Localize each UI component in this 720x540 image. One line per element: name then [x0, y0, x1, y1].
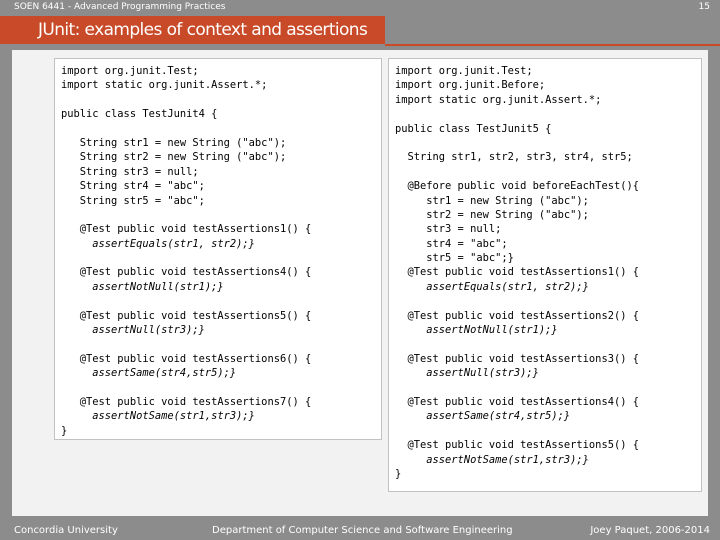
code-line: str2 = new String ("abc");: [395, 208, 589, 221]
code-line: String str1, str2, str3, str4, str5;: [395, 151, 633, 164]
code-block-testjunit5: import org.junit.Test; import org.junit.B…: [395, 64, 639, 481]
title-rule: [385, 44, 720, 46]
footer-department: Department of Computer Science and Softw…: [212, 525, 513, 536]
code-line: assertNull(str3);}: [61, 324, 205, 337]
footer-author: Joey Paquet, 2006-2014: [590, 525, 710, 536]
course-label: SOEN 6441 - Advanced Programming Practic…: [14, 2, 226, 12]
code-line: @Test public void testAssertions1() {: [61, 223, 312, 236]
code-panel-testjunit5: import org.junit.Test; import org.junit.B…: [388, 58, 702, 492]
footer-university: Concordia University: [14, 525, 118, 536]
code-line: str3 = null;: [395, 223, 502, 236]
code-line: @Test public void testAssertions6() {: [61, 352, 312, 365]
title-bar: JUnit: examples of context and assertion…: [0, 16, 385, 44]
code-line: import org.junit.Before;: [395, 79, 546, 92]
code-line: assertSame(str4,str5);}: [395, 410, 571, 423]
slide-footer: Concordia University Department of Compu…: [0, 522, 720, 540]
code-line: }: [395, 467, 402, 480]
code-line: import static org.junit.Assert.*;: [395, 93, 602, 106]
code-line: assertNull(str3);}: [395, 367, 539, 380]
code-line: @Test public void testAssertions7() {: [61, 395, 312, 408]
code-line: import org.junit.Test;: [395, 65, 533, 77]
code-line: public class TestJunit5 {: [395, 122, 552, 135]
code-line: @Test public void testAssertions4() {: [61, 266, 312, 279]
code-line: }: [61, 424, 68, 437]
code-line: String str3 = null;: [61, 165, 199, 178]
code-line: assertNotNull(str1);}: [395, 324, 558, 337]
code-line: @Test public void testAssertions5() {: [61, 309, 312, 322]
code-line: public class TestJunit4 {: [61, 108, 218, 121]
code-block-testjunit4: import org.junit.Test; import static org.…: [61, 64, 311, 438]
code-line: @Test public void testAssertions5() {: [395, 439, 639, 452]
code-line: @Before public void beforeEachTest(){: [395, 180, 639, 193]
page-number: 15: [698, 2, 710, 12]
code-line: str1 = new String ("abc");: [395, 194, 589, 207]
code-panel-testjunit4: import org.junit.Test; import static org.…: [54, 58, 382, 440]
code-line: assertNotNull(str1);}: [61, 280, 224, 293]
code-line: import org.junit.Test;: [61, 65, 199, 77]
code-line: assertEquals(str1, str2);}: [395, 280, 589, 293]
code-line: String str5 = "abc";: [61, 194, 205, 207]
code-line: assertEquals(str1, str2);}: [61, 237, 255, 250]
code-line: str5 = "abc";}: [395, 252, 514, 265]
code-line: String str1 = new String ("abc");: [61, 136, 287, 149]
code-line: assertSame(str4,str5);}: [61, 367, 237, 380]
code-line: @Test public void testAssertions3() {: [395, 352, 639, 365]
slide-content: import org.junit.Test; import static org.…: [12, 50, 708, 516]
code-line: String str4 = "abc";: [61, 180, 205, 193]
code-line: assertNotSame(str1,str3);}: [395, 453, 589, 466]
code-line: String str2 = new String ("abc");: [61, 151, 287, 164]
code-line: import static org.junit.Assert.*;: [61, 79, 268, 92]
code-line: @Test public void testAssertions4() {: [395, 395, 639, 408]
code-line: @Test public void testAssertions2() {: [395, 309, 639, 322]
code-line: assertNotSame(str1,str3);}: [61, 410, 255, 423]
slide-title: JUnit: examples of context and assertion…: [38, 20, 368, 40]
code-line: @Test public void testAssertions1() {: [395, 266, 639, 279]
code-line: str4 = "abc";: [395, 237, 508, 250]
slide-header: SOEN 6441 - Advanced Programming Practic…: [0, 0, 720, 14]
